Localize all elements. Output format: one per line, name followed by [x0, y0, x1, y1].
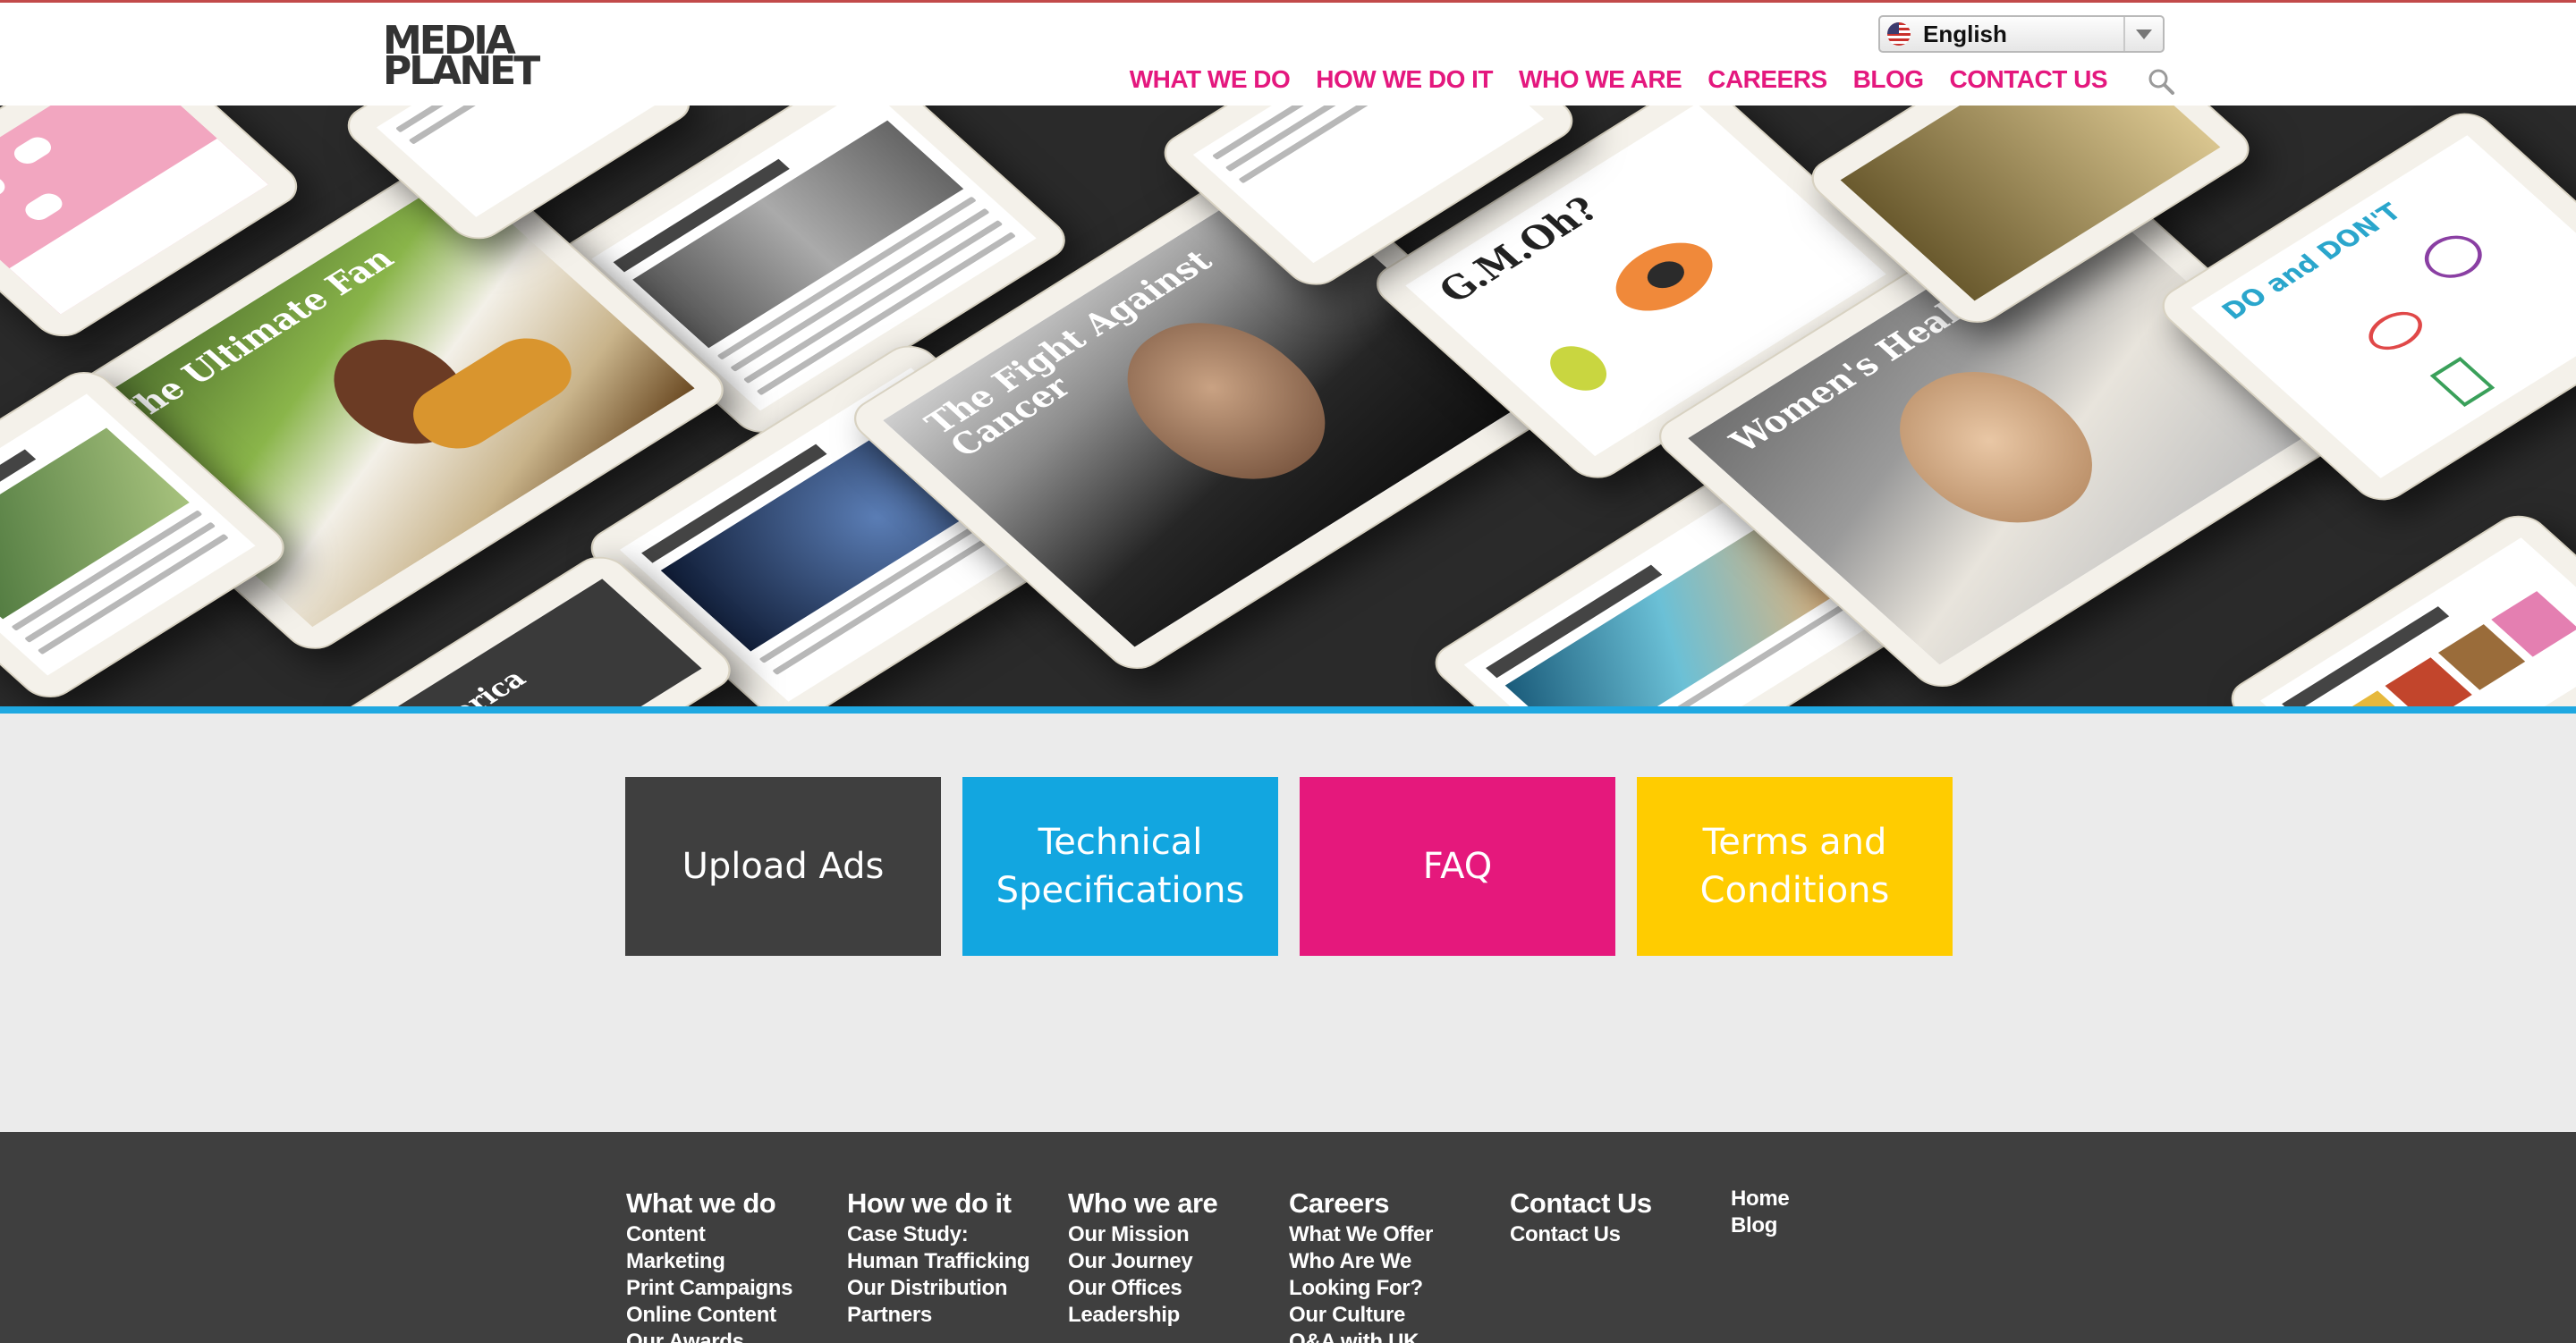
site-header: MEDIA PLANET English WHAT WE DO HOW WE D…: [0, 0, 2576, 106]
upload-ads-button[interactable]: Upload Ads: [625, 777, 941, 956]
hero-divider: [0, 706, 2576, 714]
language-select[interactable]: English: [1878, 15, 2165, 53]
search-icon[interactable]: [2147, 67, 2175, 96]
footer-link[interactable]: Content: [626, 1221, 847, 1248]
site-footer: What we do Content Marketing Print Campa…: [0, 1132, 2576, 1343]
nav-item-contact-us[interactable]: CONTACT US: [1950, 65, 2108, 94]
footer-link[interactable]: Our Distribution: [847, 1275, 1068, 1302]
action-tiles: Upload Ads Technical Specifications FAQ …: [625, 777, 1953, 956]
footer-heading[interactable]: Contact Us: [1510, 1186, 1731, 1221]
chevron-down-icon[interactable]: [2123, 17, 2163, 51]
terms-and-conditions-button[interactable]: Terms and Conditions: [1637, 777, 1953, 956]
language-select-value: English: [1923, 20, 2007, 47]
footer-link-blog[interactable]: Blog: [1731, 1212, 1952, 1239]
footer-heading[interactable]: Who we are: [1068, 1186, 1289, 1221]
tablet-image: [2219, 506, 2576, 706]
footer-link[interactable]: Our Offices: [1068, 1275, 1289, 1302]
footer-link[interactable]: Contact Us: [1510, 1221, 1731, 1248]
footer-link[interactable]: Online Content: [626, 1302, 847, 1329]
footer-link[interactable]: Leadership: [1068, 1302, 1289, 1329]
nav-item-blog[interactable]: BLOG: [1853, 65, 1924, 94]
footer-link[interactable]: Q&A with UK: [1289, 1329, 1510, 1343]
logo-line-2: PLANET: [383, 48, 540, 94]
footer-link[interactable]: Our Culture: [1289, 1302, 1510, 1329]
footer-link[interactable]: Human Trafficking: [847, 1248, 1068, 1275]
technical-specifications-button[interactable]: Technical Specifications: [962, 777, 1278, 956]
footer-link[interactable]: What We Offer: [1289, 1221, 1510, 1248]
footer-link[interactable]: Our Awards: [626, 1329, 847, 1343]
footer-link[interactable]: Partners: [847, 1302, 1068, 1329]
us-flag-icon: [1887, 22, 1911, 46]
mediaplanet-logo[interactable]: MEDIA PLANET: [383, 21, 540, 94]
cover-title: America: [403, 603, 633, 706]
footer-link[interactable]: Print Campaigns: [626, 1275, 847, 1302]
footer-link[interactable]: Our Mission: [1068, 1221, 1289, 1248]
faq-button[interactable]: FAQ: [1300, 777, 1615, 956]
footer-heading[interactable]: Careers: [1289, 1186, 1510, 1221]
footer-link-home[interactable]: Home: [1731, 1186, 1952, 1212]
footer-link[interactable]: Who Are We: [1289, 1248, 1510, 1275]
footer-link[interactable]: Our Journey: [1068, 1248, 1289, 1275]
footer-heading[interactable]: How we do it: [847, 1186, 1068, 1221]
nav-item-careers[interactable]: CAREERS: [1707, 65, 1827, 94]
footer-column-who-we-are: Who we are Our Mission Our Journey Our O…: [1068, 1186, 1289, 1343]
footer-heading[interactable]: What we do: [626, 1186, 847, 1221]
footer-column-what-we-do: What we do Content Marketing Print Campa…: [626, 1186, 847, 1343]
page: MEDIA PLANET English WHAT WE DO HOW WE D…: [0, 0, 2576, 1343]
nav-item-what-we-do[interactable]: WHAT WE DO: [1130, 65, 1291, 94]
footer-link[interactable]: Case Study:: [847, 1221, 1068, 1248]
footer-link[interactable]: Looking For?: [1289, 1275, 1510, 1302]
nav-item-who-we-are[interactable]: WHO WE ARE: [1519, 65, 1682, 94]
footer-link[interactable]: Marketing: [626, 1248, 847, 1275]
hero-banner: The Ultimate Fan The Fight Against Cance…: [0, 106, 2576, 706]
nav-item-how-we-do-it[interactable]: HOW WE DO IT: [1316, 65, 1493, 94]
footer-column-home-blog: Home Blog: [1731, 1186, 1952, 1343]
main-nav: WHAT WE DO HOW WE DO IT WHO WE ARE CAREE…: [1130, 65, 2108, 94]
footer-column-how-we-do-it: How we do it Case Study: Human Trafficki…: [847, 1186, 1068, 1343]
footer-column-contact-us: Contact Us Contact Us: [1510, 1186, 1731, 1343]
footer-column-careers: Careers What We Offer Who Are We Looking…: [1289, 1186, 1510, 1343]
